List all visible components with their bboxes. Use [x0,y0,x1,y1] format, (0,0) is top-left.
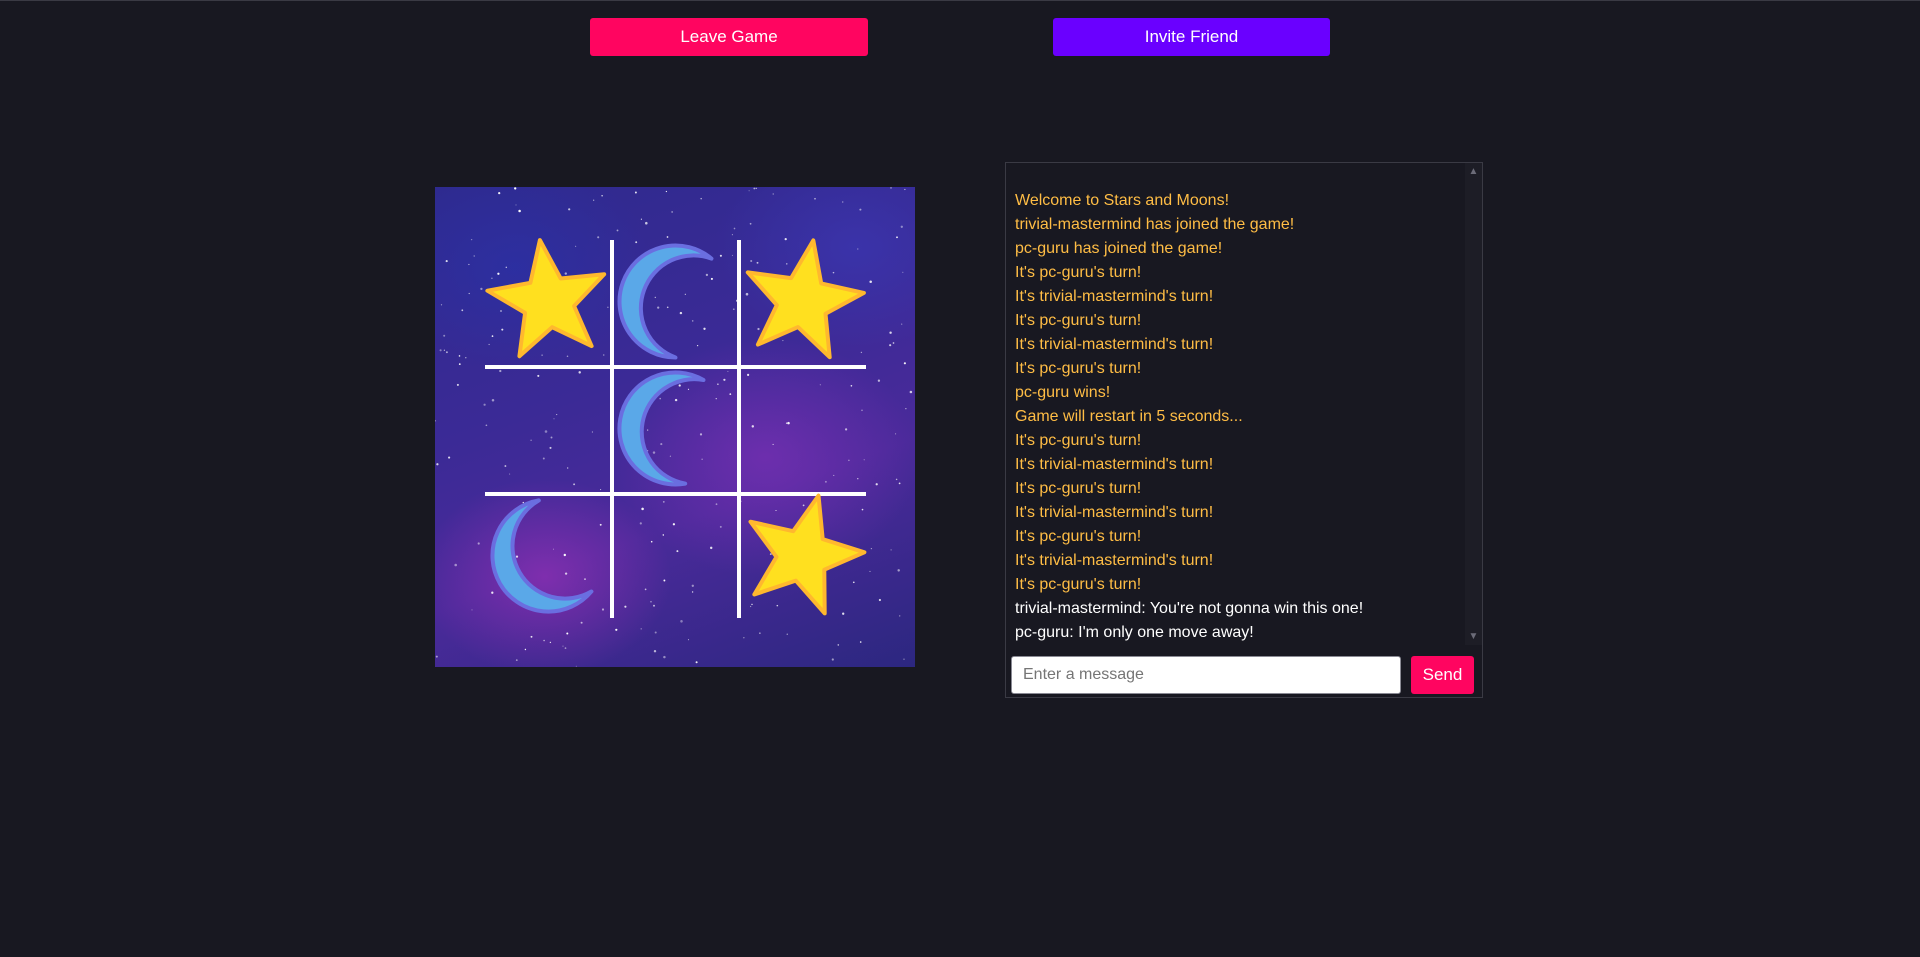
system-message: It's pc-guru's turn! [1015,432,1142,449]
send-button[interactable]: Send [1411,656,1474,694]
board-cell-2-1[interactable] [614,496,737,619]
system-message: It's pc-guru's turn! [1015,528,1142,545]
system-message: It's trivial-mastermind's turn! [1015,456,1214,473]
chat-log[interactable]: Welcome to Stars and Moons! trivial-maste… [1006,163,1482,645]
scroll-down-icon[interactable]: ▼ [1465,628,1482,645]
invite-friend-button[interactable]: Invite Friend [1053,18,1330,56]
board-cell-1-1[interactable] [614,369,737,492]
game-board[interactable] [435,187,915,667]
system-message: It's pc-guru's turn! [1015,480,1142,497]
system-message: It's trivial-mastermind's turn! [1015,336,1214,353]
leave-game-button[interactable]: Leave Game [590,18,868,56]
system-message: pc-guru wins! [1015,384,1111,401]
system-message: Welcome to Stars and Moons! [1015,192,1230,209]
game-board-canvas [435,187,913,667]
chat-panel: Welcome to Stars and Moons! trivial-maste… [1005,162,1483,698]
chat-scrollbar[interactable]: ▲ ▼ [1465,163,1482,645]
system-message: pc-guru has joined the game! [1015,240,1223,257]
chat-message: pc-guru: I'm only one move away! [1015,624,1254,641]
system-message: trivial-mastermind has joined the game! [1015,216,1295,233]
scroll-up-icon[interactable]: ▲ [1465,163,1482,180]
board-cells [485,238,867,619]
system-message: It's pc-guru's turn! [1015,264,1142,281]
board-cell-0-1[interactable] [614,242,737,365]
board-cell-2-0[interactable] [487,496,610,619]
system-message: Game will restart in 5 seconds... [1015,408,1243,425]
chat-message-list: Welcome to Stars and Moons! trivial-maste… [1015,189,1363,645]
board-cell-0-0[interactable] [485,238,610,365]
system-message: It's pc-guru's turn! [1015,360,1142,377]
board-cell-0-2[interactable] [741,238,866,365]
system-message: It's pc-guru's turn! [1015,576,1142,593]
board-cell-1-0[interactable] [487,369,610,492]
system-message: It's trivial-mastermind's turn! [1015,504,1214,521]
top-divider [0,0,1920,1]
chat-message: trivial-mastermind: You're not gonna win… [1015,600,1364,617]
system-message: It's trivial-mastermind's turn! [1015,288,1214,305]
board-cell-1-2[interactable] [741,369,864,492]
message-input[interactable] [1011,656,1401,694]
system-message: It's trivial-mastermind's turn! [1015,552,1214,569]
board-cell-2-2[interactable] [741,493,867,619]
system-message: It's pc-guru's turn! [1015,312,1142,329]
